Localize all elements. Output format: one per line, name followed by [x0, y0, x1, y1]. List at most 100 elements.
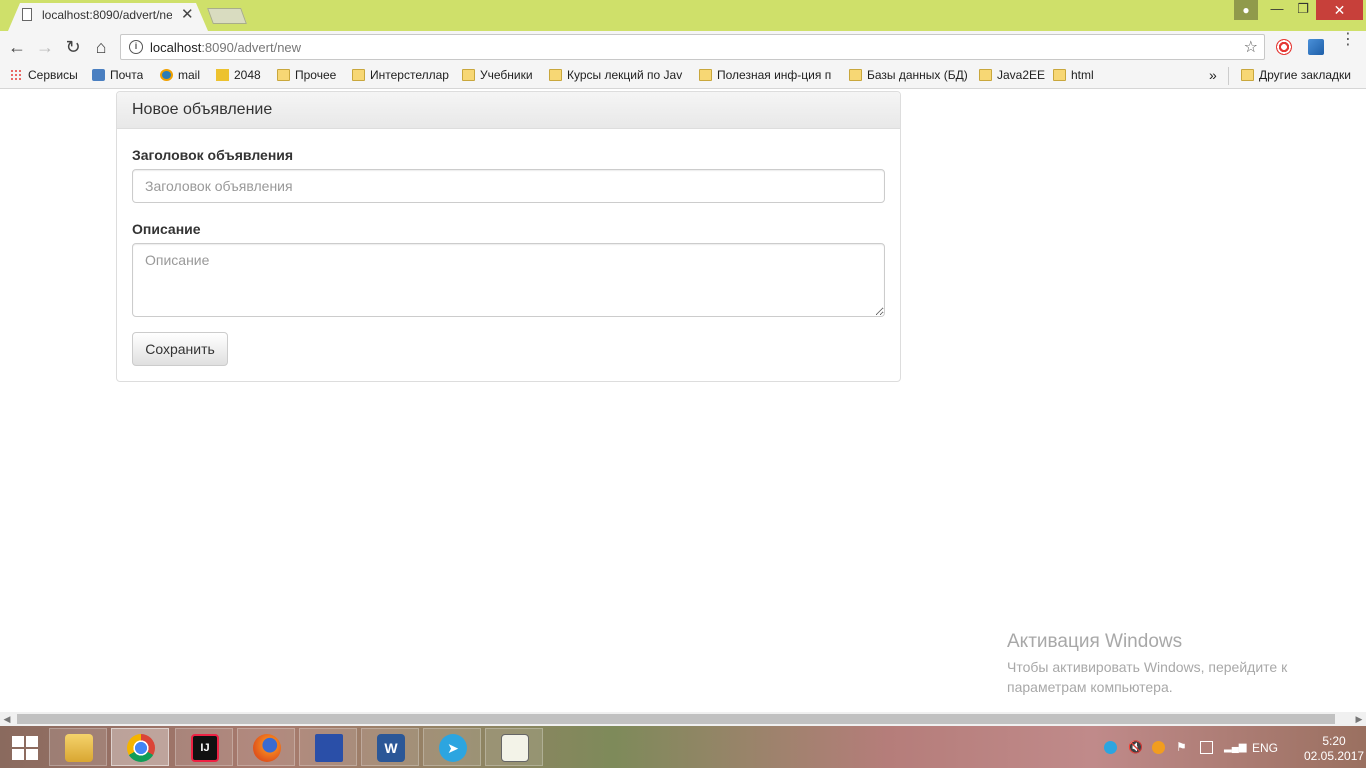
windows-activation-watermark: Активация Windows Чтобы активировать Win…	[1007, 631, 1317, 697]
folder-icon	[352, 69, 365, 81]
taskbar-word[interactable]: W	[361, 728, 419, 766]
close-window-icon[interactable]: ✕	[1316, 0, 1363, 20]
title-label: Заголовок объявления	[132, 147, 294, 163]
telegram-icon: ➤	[439, 734, 467, 762]
bookmark-label: html	[1071, 68, 1094, 82]
windows-start-icon[interactable]	[12, 736, 38, 760]
folder-icon	[849, 69, 862, 81]
restore-icon[interactable]: ❐	[1290, 0, 1316, 20]
bookmark-label: Сервисы	[28, 68, 78, 82]
start-pane	[12, 749, 24, 760]
bookmark-2048[interactable]: 2048	[216, 68, 261, 84]
bookmark-label: Базы данных (БД)	[867, 68, 968, 82]
bookmark-folder-interstellar[interactable]: Интерстеллар	[352, 68, 449, 84]
forward-icon[interactable]: →	[34, 36, 56, 58]
file-explorer-icon	[65, 734, 93, 762]
page-icon	[22, 8, 32, 21]
folder-icon	[1241, 69, 1254, 81]
folder-icon	[277, 69, 290, 81]
browser-toolbar: ← → ↻ ⌂ i localhost:8090/advert/new ☆ ⋮	[0, 31, 1366, 63]
new-advert-panel: Новое объявление Заголовок объявления Оп…	[116, 91, 901, 382]
page-viewport: Новое объявление Заголовок объявления Оп…	[0, 90, 1366, 712]
bookmark-mailru[interactable]: mail	[160, 68, 200, 84]
bookmark-mail[interactable]: Почта	[92, 68, 143, 84]
home-icon[interactable]: ⌂	[90, 36, 112, 58]
bookmark-label: Почта	[110, 68, 144, 82]
bookmark-label: Java2EE	[997, 68, 1046, 82]
browser-titlebar: localhost:8090/advert/ne ✕ ● — ❐ ✕	[0, 0, 1366, 31]
taskbar-telegram[interactable]: ➤	[423, 728, 481, 766]
bookmarks-separator	[1228, 67, 1229, 85]
bookmark-folder-useful-info[interactable]: Полезная инф-ция п	[699, 68, 833, 84]
start-pane	[26, 736, 38, 747]
tray-app-icon[interactable]	[1152, 741, 1165, 754]
more-bookmarks-icon[interactable]: »	[1209, 68, 1217, 84]
address-bar[interactable]: i localhost:8090/advert/new ☆	[120, 34, 1265, 60]
activation-text: Чтобы активировать Windows, перейдите к …	[1007, 659, 1288, 695]
tray-power-icon[interactable]	[1200, 741, 1213, 754]
extension-target-icon[interactable]	[1276, 39, 1292, 55]
taskbar-firefox[interactable]	[237, 728, 295, 766]
bookmark-folder-textbooks[interactable]: Учебники	[462, 68, 533, 84]
folder-icon	[979, 69, 992, 81]
url-text: localhost:8090/advert/new	[150, 40, 301, 55]
bookmark-folder-other[interactable]: Прочее	[277, 68, 336, 84]
bookmark-label: Курсы лекций по Jav	[567, 68, 683, 82]
start-pane	[12, 736, 24, 747]
intellij-icon: IJ	[191, 734, 219, 762]
bookmark-folder-java-courses[interactable]: Курсы лекций по Jav	[549, 68, 684, 84]
language-indicator[interactable]: ENG	[1252, 741, 1278, 755]
url-path: :8090/advert/new	[201, 40, 302, 55]
bookmarks-bar: Сервисы Почта mail 2048 Прочее Интерстел…	[0, 63, 1366, 89]
tray-flag-icon[interactable]: ⚑	[1176, 741, 1189, 754]
bookmark-folder-html[interactable]: html	[1053, 68, 1094, 84]
taskbar-chrome[interactable]	[111, 728, 169, 766]
description-textarea[interactable]	[132, 243, 885, 317]
minimize-icon[interactable]: —	[1264, 0, 1290, 20]
user-profile-icon[interactable]: ●	[1234, 0, 1258, 20]
scroll-right-icon[interactable]: ▶	[1352, 712, 1366, 726]
close-tab-icon[interactable]: ✕	[181, 5, 194, 23]
bookmark-label: Полезная инф-ция п	[717, 68, 832, 82]
title-input[interactable]	[132, 169, 885, 203]
word-icon: W	[377, 734, 405, 762]
tray-telegram-icon[interactable]	[1104, 741, 1117, 754]
bookmark-label: Другие закладки	[1259, 68, 1351, 82]
save-disk-icon	[315, 734, 343, 762]
new-tab-button[interactable]	[207, 8, 247, 24]
chrome-menu-icon[interactable]: ⋮	[1340, 32, 1356, 48]
bookmark-label: mail	[178, 68, 201, 82]
apps-grid-icon	[10, 69, 23, 81]
start-pane	[26, 749, 38, 760]
reload-icon[interactable]: ↻	[62, 36, 84, 58]
folder-icon	[549, 69, 562, 81]
bookmark-services[interactable]: Сервисы	[10, 68, 78, 84]
description-label: Описание	[132, 221, 201, 237]
bookmark-folder-java2ee[interactable]: Java2EE	[979, 68, 1045, 84]
taskbar-save-app[interactable]	[299, 728, 357, 766]
clock[interactable]: 5:20 02.05.2017	[1304, 734, 1364, 764]
bookmark-label: Учебники	[480, 68, 533, 82]
panel-title: Новое объявление	[117, 92, 900, 129]
tray-mute-icon[interactable]: 🔇	[1128, 741, 1143, 754]
taskbar-file-explorer[interactable]	[49, 728, 107, 766]
horizontal-scrollbar[interactable]: ◀ ▶	[0, 712, 1366, 726]
bookmark-folder-databases[interactable]: Базы данных (БД)	[849, 68, 968, 84]
tray-network-icon[interactable]: ▂▄▆	[1224, 741, 1246, 754]
back-icon[interactable]: ←	[6, 36, 28, 58]
bookmark-star-icon[interactable]: ☆	[1244, 37, 1258, 57]
mail-icon	[92, 69, 105, 81]
folder-icon	[462, 69, 475, 81]
notepad-icon	[501, 734, 529, 762]
save-button[interactable]: Сохранить	[132, 332, 228, 366]
bookmark-label: 2048	[234, 68, 261, 82]
site-info-icon[interactable]: i	[129, 40, 143, 54]
taskbar-notepad[interactable]	[485, 728, 543, 766]
scroll-left-icon[interactable]: ◀	[0, 712, 14, 726]
tab-title: localhost:8090/advert/ne	[42, 8, 172, 22]
game-2048-icon	[216, 69, 229, 81]
extension-blue-icon[interactable]	[1308, 39, 1324, 55]
taskbar-intellij[interactable]: IJ	[175, 728, 233, 766]
scrollbar-thumb[interactable]	[17, 714, 1335, 724]
bookmark-other-bookmarks[interactable]: Другие закладки	[1241, 68, 1351, 84]
